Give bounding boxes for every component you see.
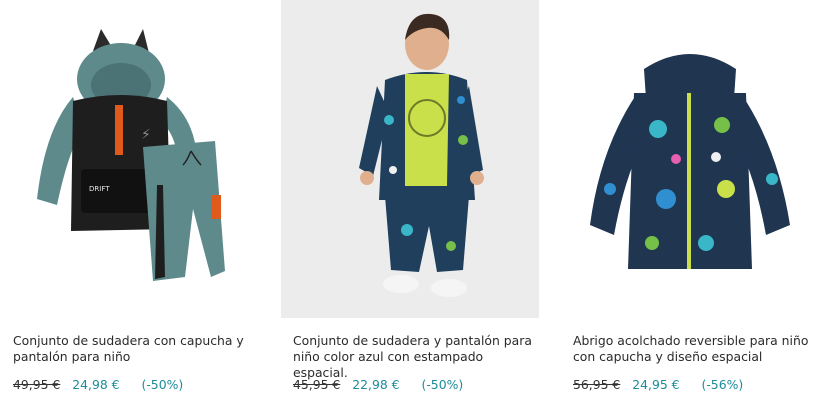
sale-price: 22,98 € [352,377,400,392]
product-card[interactable]: DRIFT ⚡ Conjunto de sudadera con capucha… [6,0,266,400]
padded-coat-illustration [590,54,790,269]
product-image[interactable] [562,0,820,318]
original-price: 45,95 € [293,377,341,392]
svg-text:⚡: ⚡ [141,127,151,143]
discount-badge: (-50%) [141,377,184,392]
original-price: 56,95 € [573,377,621,392]
discount-badge: (-56%) [701,377,744,392]
product-image[interactable]: DRIFT ⚡ [6,0,264,318]
product-card[interactable]: Abrigo acolchado reversible para niño co… [562,0,822,400]
product-grid: DRIFT ⚡ Conjunto de sudadera con capucha… [0,0,829,400]
hoodie-set-illustration: DRIFT ⚡ [37,29,225,281]
product-title[interactable]: Abrigo acolchado reversible para niño co… [573,333,813,365]
price-row: 45,95 € 22,98 € (-50%) [293,377,463,392]
sale-price: 24,98 € [72,377,120,392]
price-row: 56,95 € 24,95 € (-56%) [573,377,743,392]
svg-text:DRIFT: DRIFT [89,185,110,193]
product-title[interactable]: Conjunto de sudadera y pantalón para niñ… [293,333,533,381]
product-title[interactable]: Conjunto de sudadera con capucha y panta… [13,333,253,365]
sale-price: 24,95 € [632,377,680,392]
discount-badge: (-50%) [421,377,464,392]
original-price: 49,95 € [13,377,61,392]
product-image[interactable] [281,0,539,318]
price-row: 49,95 € 24,98 € (-50%) [13,377,183,392]
child-model-illustration [359,13,484,297]
product-card[interactable]: Conjunto de sudadera y pantalón para niñ… [281,0,541,400]
